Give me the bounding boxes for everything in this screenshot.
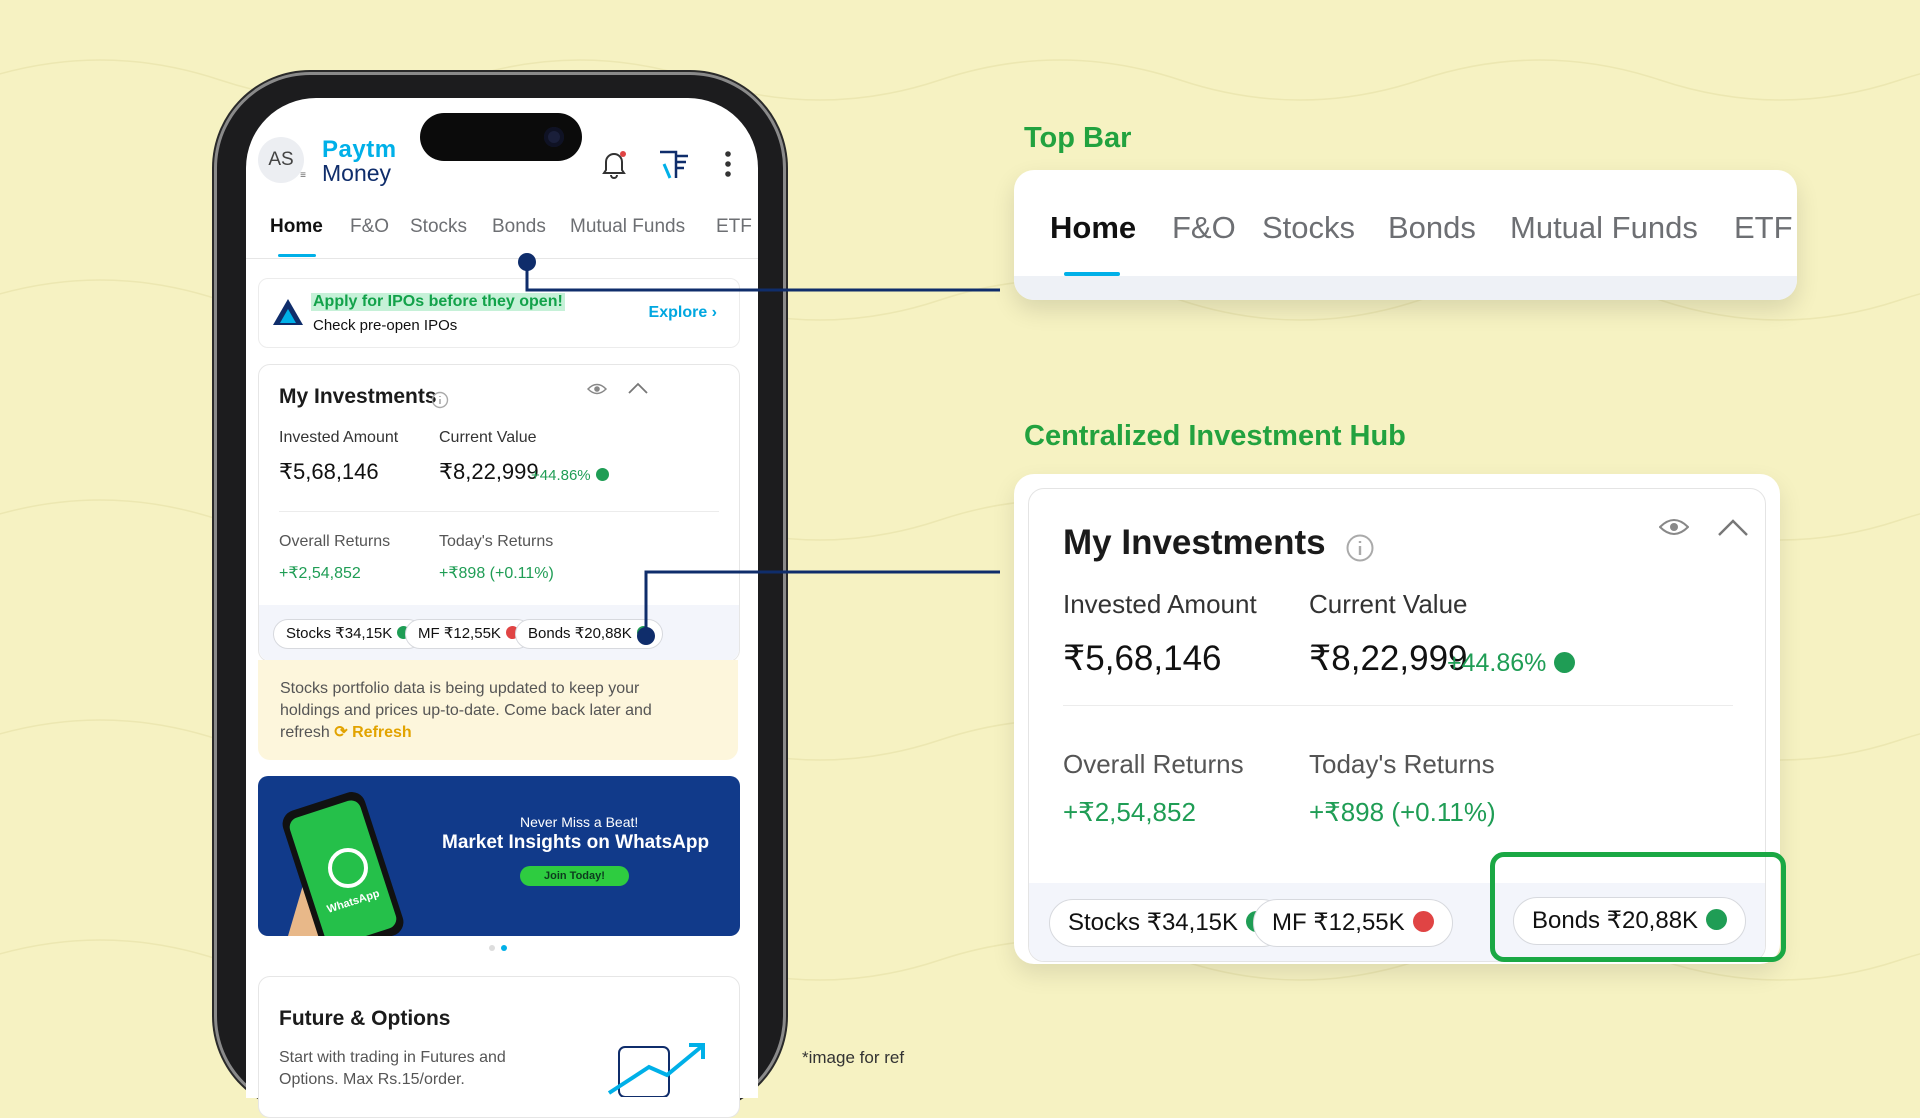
- down-arrow-icon: [1412, 911, 1434, 932]
- explore-link[interactable]: Explore ›: [649, 304, 717, 322]
- ipo-logo-icon: [273, 299, 303, 325]
- more-options-icon[interactable]: [722, 148, 734, 180]
- portfolio-update-notice: Stocks portfolio data is being updated t…: [258, 660, 738, 760]
- banner-line2: Market Insights on WhatsApp: [442, 832, 710, 853]
- zoom-tab-fno[interactable]: F&O: [1172, 210, 1236, 246]
- carousel-dots[interactable]: [488, 944, 512, 952]
- hub-heading: Centralized Investment Hub: [1024, 420, 1406, 452]
- hub-info-icon[interactable]: [1345, 533, 1375, 563]
- hub-today-value: +₹898 (+0.11%): [1309, 797, 1496, 827]
- hub-eye-icon[interactable]: [1659, 515, 1689, 539]
- statement-icon[interactable]: [656, 148, 692, 182]
- invested-amount-value: ₹5,68,146: [279, 459, 379, 484]
- fo-subtitle: Start with trading in Futures and Option…: [279, 1049, 506, 1088]
- invested-amount-label: Invested Amount: [279, 429, 399, 446]
- join-today-button[interactable]: Join Today!: [520, 866, 629, 886]
- hub-chip-stocks[interactable]: Stocks ₹34,15K: [1049, 899, 1287, 947]
- bonds-highlight-box: [1490, 852, 1786, 962]
- banner-line1: Never Miss a Beat!: [520, 814, 639, 830]
- ipo-banner[interactable]: Apply for IPOs before they open! Check p…: [258, 278, 740, 348]
- hub-overall-label: Overall Returns: [1063, 749, 1244, 779]
- hub-divider: [1063, 705, 1733, 706]
- todays-returns-label: Today's Returns: [439, 533, 554, 550]
- top-nav-tabs: Home F&O Stocks Bonds Mutual Funds ETF: [246, 210, 758, 260]
- bell-icon[interactable]: [600, 148, 630, 180]
- chip-stocks[interactable]: Stocks ₹34,15K: [273, 619, 424, 649]
- avatar-initials: AS: [268, 149, 294, 170]
- hub-overall-value: +₹2,54,852: [1063, 797, 1196, 827]
- avatar[interactable]: AS ≡: [258, 137, 306, 183]
- tab-fno[interactable]: F&O: [350, 216, 389, 238]
- zoom-tab-mutual-funds[interactable]: Mutual Funds: [1510, 210, 1698, 246]
- hub-invested-label: Invested Amount: [1063, 589, 1257, 619]
- dynamic-island: [420, 113, 582, 161]
- my-investments-card: My Investments Invested Amount ₹5,68,146…: [258, 364, 740, 662]
- tab-etf[interactable]: ETF: [716, 216, 752, 238]
- tab-divider: [246, 258, 758, 259]
- growth-chart-icon: [607, 1043, 705, 1097]
- up-arrow-icon: [595, 468, 609, 481]
- investments-title: My Investments: [279, 385, 437, 408]
- camera-icon: [544, 127, 564, 147]
- asset-chips-bar: Stocks ₹34,15K MF ₹12,55K Bonds ₹20,88K: [259, 605, 739, 661]
- overall-returns-value: +₹2,54,852: [279, 565, 361, 582]
- chip-mf[interactable]: MF ₹12,55K: [405, 619, 532, 649]
- info-icon[interactable]: [431, 391, 449, 409]
- zoom-tab-bonds[interactable]: Bonds: [1388, 210, 1476, 246]
- menu-icon: ≡: [300, 170, 306, 181]
- hub-invested-value: ₹5,68,146: [1063, 639, 1222, 678]
- hub-collapse-chevron-icon[interactable]: [1717, 517, 1749, 537]
- ipo-headline: Apply for IPOs before they open!: [311, 293, 565, 311]
- tab-stocks[interactable]: Stocks: [410, 216, 467, 238]
- up-arrow-icon: [636, 626, 650, 639]
- hub-current-value: ₹8,22,999: [1309, 639, 1468, 678]
- active-tab-indicator: [278, 254, 316, 257]
- ipo-subtext: Check pre-open IPOs: [313, 317, 458, 334]
- hub-today-label: Today's Returns: [1309, 749, 1495, 779]
- phone-whatsapp-illustration: WhatsApp: [282, 792, 404, 936]
- logo-product: Money: [322, 160, 392, 186]
- top-bar-heading: Top Bar: [1024, 122, 1132, 154]
- top-bar-zoom-card: Home F&O Stocks Bonds Mutual Funds ETF: [1014, 170, 1797, 300]
- refresh-link[interactable]: ⟳ Refresh: [334, 724, 411, 741]
- tab-mutual-funds[interactable]: Mutual Funds: [570, 216, 685, 238]
- hub-title: My Investments: [1063, 523, 1326, 562]
- fo-title: Future & Options: [279, 1007, 451, 1030]
- image-footnote: *image for ref: [802, 1048, 905, 1067]
- tab-bonds[interactable]: Bonds: [492, 216, 546, 238]
- zoom-tab-etf[interactable]: ETF: [1734, 210, 1793, 246]
- future-options-card[interactable]: Future & Options Start with trading in F…: [258, 976, 740, 1118]
- current-value-change: +44.86%: [531, 467, 609, 484]
- tab-home[interactable]: Home: [270, 216, 323, 238]
- todays-returns-value: +₹898 (+0.11%): [439, 565, 554, 582]
- overall-returns-label: Overall Returns: [279, 533, 391, 550]
- eye-icon[interactable]: [587, 381, 607, 397]
- chip-bonds[interactable]: Bonds ₹20,88K: [515, 619, 663, 649]
- current-value-label: Current Value: [439, 429, 537, 446]
- whatsapp-promo-banner[interactable]: WhatsApp Never Miss a Beat! Market Insig…: [258, 776, 740, 936]
- hub-current-change: +44.86%: [1447, 649, 1576, 678]
- zoom-tab-stocks[interactable]: Stocks: [1262, 210, 1355, 246]
- card-divider: [279, 511, 719, 512]
- up-arrow-icon: [1554, 652, 1576, 673]
- hub-chip-mf[interactable]: MF ₹12,55K: [1253, 899, 1453, 947]
- current-value-value: ₹8,22,999: [439, 459, 539, 484]
- collapse-chevron-icon[interactable]: [627, 381, 649, 395]
- zoom-bar-footer: [1014, 276, 1797, 300]
- notice-text: Stocks portfolio data is being updated t…: [280, 680, 652, 741]
- zoom-tab-home[interactable]: Home: [1050, 210, 1136, 246]
- hub-current-label: Current Value: [1309, 589, 1468, 619]
